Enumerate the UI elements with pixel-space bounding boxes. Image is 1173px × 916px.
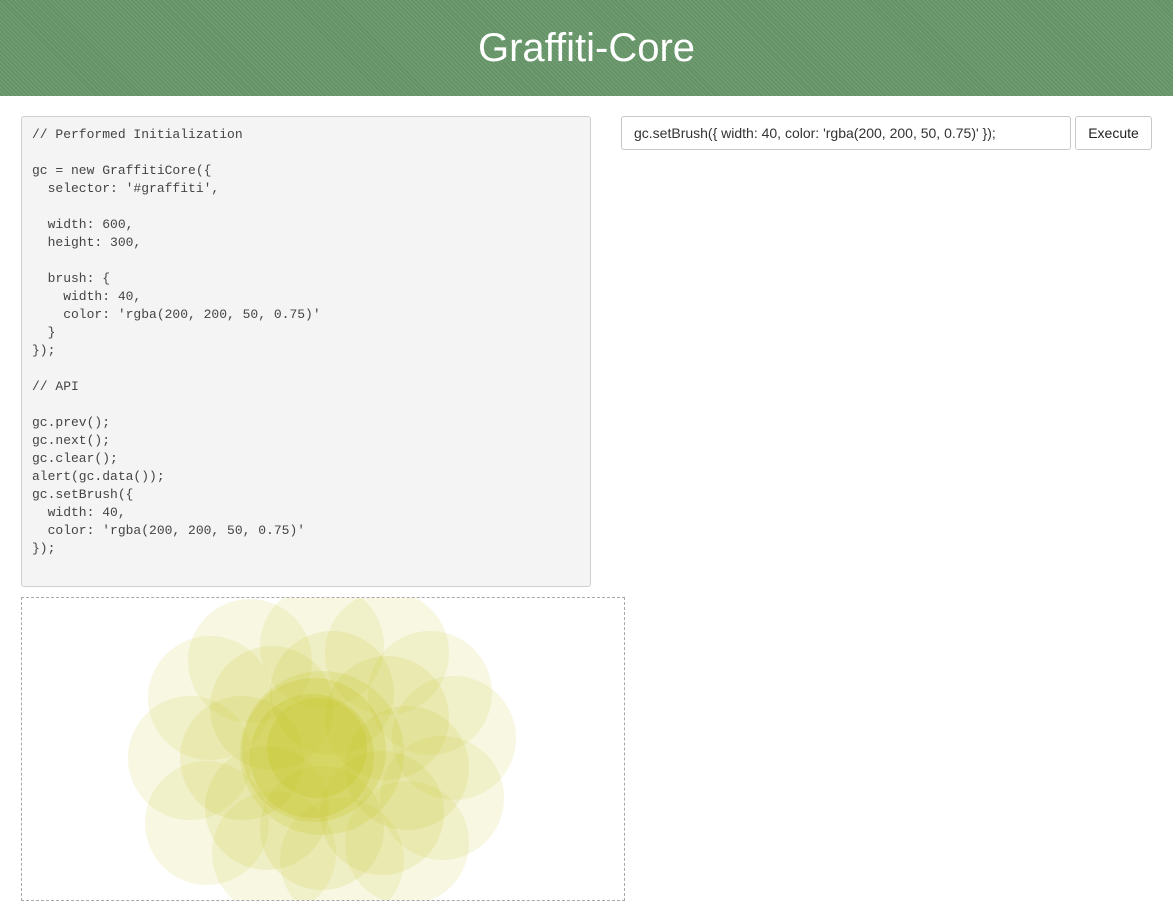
execute-button[interactable]: Execute [1075,116,1152,150]
graffiti-canvas[interactable] [21,597,625,901]
brush-blob [267,698,367,798]
command-input[interactable] [621,116,1071,150]
code-block: // Performed Initialization gc = new Gra… [32,127,321,556]
paint-strokes [128,598,516,900]
graffiti-drawing [128,598,516,900]
code-panel: // Performed Initialization gc = new Gra… [21,116,591,587]
page-header: Graffiti-Core [0,0,1173,96]
page-title: Graffiti-Core [477,25,696,70]
